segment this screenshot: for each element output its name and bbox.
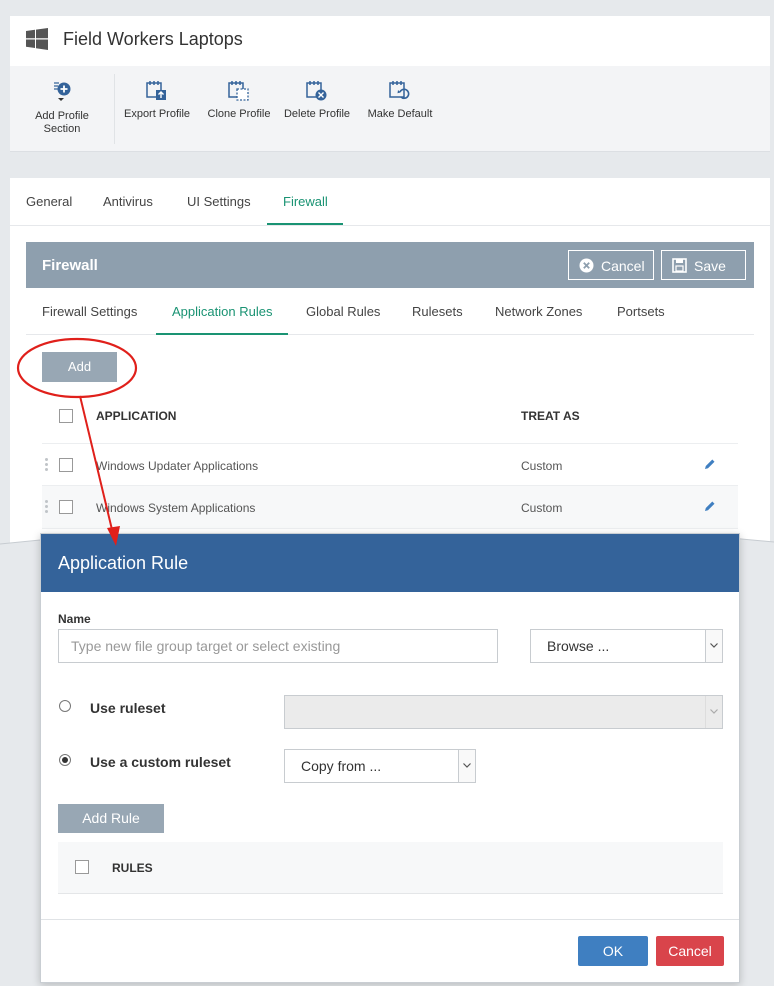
use-ruleset-label: Use ruleset [90,700,166,716]
subtab-portsets[interactable]: Portsets [617,304,665,319]
profile-tabs: General Antivirus UI Settings Firewall [10,178,770,226]
active-subtab-indicator [156,333,288,335]
chevron-down-icon [458,750,475,782]
default-icon [389,81,410,100]
column-rules: RULES [112,861,153,875]
subtab-network-zones[interactable]: Network Zones [495,304,582,319]
add-section-icon [54,82,71,101]
firewall-save-label: Save [694,258,726,274]
table-row[interactable]: Windows Updater Applications Custom [42,443,738,486]
clone-profile-button[interactable]: Clone Profile [204,80,274,121]
row-treat-as: Custom [521,459,563,473]
cancel-circle-icon [579,258,594,273]
export-profile-label: Export Profile [123,108,191,120]
subtab-firewall-settings[interactable]: Firewall Settings [42,304,137,319]
application-rule-dialog: Application Rule Name Type new file grou… [40,533,740,983]
make-default-label: Make Default [367,108,433,120]
name-placeholder: Type new file group target or select exi… [71,638,341,654]
profile-panel: General Antivirus UI Settings Firewall F… [10,178,770,548]
delete-icon [306,81,327,101]
row-checkbox[interactable] [59,458,73,472]
delete-profile-button[interactable]: Delete Profile [282,80,352,121]
copy-from-value: Copy from ... [301,758,382,774]
ok-button[interactable]: OK [578,936,648,966]
drag-handle-icon[interactable] [45,500,49,514]
subtab-application-rules[interactable]: Application Rules [172,304,272,319]
export-profile-button[interactable]: Export Profile [122,80,192,121]
row-checkbox[interactable] [59,500,73,514]
tab-firewall[interactable]: Firewall [283,194,328,209]
profile-toolbar: Add Profile Section Export Profile Clone… [10,66,770,152]
firewall-section: Firewall Cancel Save Firewall Settings A… [26,242,754,542]
save-icon [672,258,687,273]
dialog-header: Application Rule [41,534,739,592]
browse-select[interactable]: Browse ... [530,629,723,663]
firewall-cancel-label: Cancel [601,258,645,274]
delete-profile-label: Delete Profile [283,108,351,120]
subtab-rulesets[interactable]: Rulesets [412,304,463,319]
name-label: Name [58,612,91,626]
rules-select-all-checkbox[interactable] [75,860,89,874]
subtab-global-rules[interactable]: Global Rules [306,304,380,319]
tab-ui-settings[interactable]: UI Settings [187,194,251,209]
add-rule-button[interactable]: Add Rule [58,804,164,833]
edit-pencil-icon[interactable] [704,500,716,512]
ruleset-select-disabled[interactable] [284,695,723,729]
firewall-save-button[interactable]: Save [661,250,746,280]
table-row[interactable]: Windows System Applications Custom [42,486,738,529]
windows-logo-icon [26,28,48,50]
export-icon [146,81,166,100]
clone-icon [228,81,249,101]
row-application: Windows Updater Applications [96,459,259,473]
edit-pencil-icon[interactable] [704,458,716,470]
rules-table-header: RULES [58,842,723,894]
tab-antivirus[interactable]: Antivirus [103,194,153,209]
clone-profile-label: Clone Profile [207,108,271,120]
row-application: Windows System Applications [96,501,256,515]
row-treat-as: Custom [521,501,563,515]
add-profile-label-2: Section [43,123,81,135]
copy-from-select[interactable]: Copy from ... [284,749,476,783]
dialog-cancel-button[interactable]: Cancel [656,936,724,966]
dialog-footer-divider [41,919,739,920]
toolbar-divider [114,74,115,144]
firewall-subtabs: Firewall Settings Application Rules Glob… [26,288,754,335]
use-ruleset-radio[interactable] [59,700,71,712]
dialog-title: Application Rule [58,553,189,573]
profile-header: Field Workers Laptops [10,16,770,66]
firewall-title: Firewall [42,257,98,274]
chevron-down-icon [705,630,722,662]
browse-value: Browse ... [547,638,610,654]
use-custom-ruleset-label: Use a custom ruleset [90,754,231,770]
active-tab-indicator [267,223,343,225]
tab-general[interactable]: General [26,194,72,209]
add-profile-label: Add Profile [35,110,89,122]
profile-title: Field Workers Laptops [63,29,243,49]
use-custom-ruleset-radio[interactable] [59,754,71,766]
add-application-rule-button[interactable]: Add [42,352,117,382]
column-application: APPLICATION [96,409,177,423]
firewall-header: Firewall Cancel Save [26,242,754,288]
name-input[interactable]: Type new file group target or select exi… [58,629,498,663]
add-profile-section-button[interactable]: Add Profile Section [30,80,94,136]
select-all-checkbox[interactable] [59,409,73,423]
column-treat-as: TREAT AS [521,409,580,423]
chevron-down-icon [705,696,722,728]
make-default-button[interactable]: Make Default [364,80,436,121]
drag-handle-icon[interactable] [45,458,49,472]
firewall-cancel-button[interactable]: Cancel [568,250,654,280]
